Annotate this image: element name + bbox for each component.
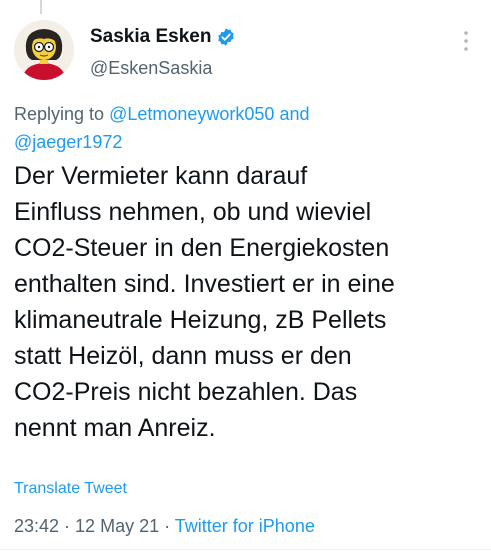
more-vertical-icon[interactable]: [459, 28, 473, 54]
reply-mention-link[interactable]: @Letmoneywork050: [109, 104, 274, 124]
tweet-date[interactable]: 12 May 21: [75, 516, 159, 536]
replying-to-prefix: Replying to: [14, 104, 105, 124]
tweet-meta: 23:42 · 12 May 21 · Twitter for iPhone: [14, 516, 315, 537]
translate-tweet-link[interactable]: Translate Tweet: [14, 480, 127, 498]
avatar-cartoon-icon: [14, 20, 74, 80]
author-handle[interactable]: @EskenSaskia: [90, 58, 212, 79]
meta-separator: ·: [59, 516, 76, 536]
tweet-text: Der Vermieter kann darauf Einfluss nehme…: [14, 162, 395, 442]
reply-mention-link[interactable]: @jaeger1972: [14, 132, 122, 152]
verified-badge-icon: [218, 28, 235, 46]
author-name-row: Saskia Esken: [90, 26, 236, 48]
reply-conjunction[interactable]: and: [279, 104, 309, 124]
avatar[interactable]: [14, 20, 74, 80]
tweet-source-link[interactable]: Twitter for iPhone: [175, 516, 315, 536]
replying-to-line: Replying to @Letmoneywork050 and @jaeger1…: [14, 100, 454, 156]
tweet-time[interactable]: 23:42: [14, 516, 59, 536]
thread-connector-line: [40, 0, 42, 14]
divider: [0, 549, 491, 550]
meta-separator: ·: [159, 516, 175, 536]
tweet-header: Saskia Esken @EskenSaskia: [14, 20, 479, 90]
author-display-name[interactable]: Saskia Esken: [90, 26, 211, 48]
